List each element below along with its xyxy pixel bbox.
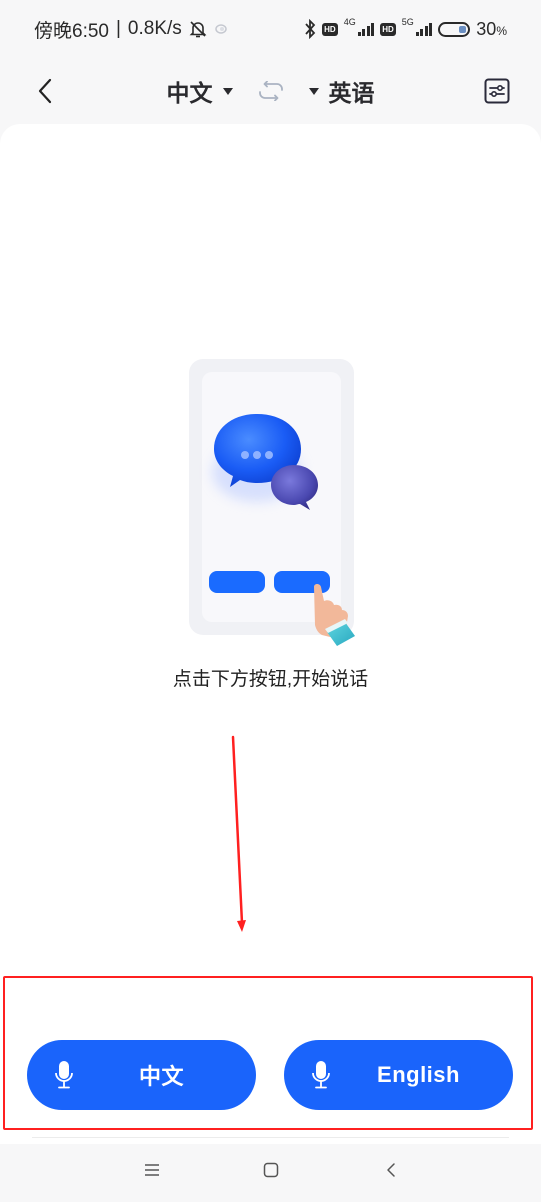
hd-icon: HD	[322, 22, 338, 36]
speak-english-button[interactable]: English	[284, 1040, 513, 1110]
source-language-label: 中文	[166, 80, 213, 106]
microphone-icon	[55, 1061, 73, 1089]
status-separator: |	[115, 18, 121, 39]
source-language-select[interactable]: 中文	[167, 74, 233, 108]
caret-down-icon	[308, 87, 319, 95]
caret-down-icon	[222, 87, 233, 95]
nav-bar: 中文 英语	[0, 58, 541, 124]
home-button[interactable]	[256, 1158, 286, 1182]
battery-percent: 30%	[476, 19, 507, 40]
status-net-speed: 0.8K/s	[127, 18, 182, 39]
speak-chinese-label: 中文	[138, 1064, 184, 1089]
microphone-icon	[312, 1061, 330, 1089]
status-right: HD 4G HD 5G 30%	[304, 17, 507, 40]
settings-button[interactable]	[483, 77, 511, 105]
sim2-network-label: 5G	[401, 17, 414, 27]
speak-chinese-button[interactable]: 中文	[27, 1040, 256, 1110]
speak-english-label: English	[377, 1062, 460, 1087]
menu-icon	[145, 1164, 159, 1176]
hint-text: 点击下方按钮,开始说话	[172, 669, 369, 690]
battery-icon	[438, 21, 471, 37]
recent-apps-button[interactable]	[137, 1158, 167, 1182]
status-bar: 傍晚6:50 | 0.8K/s HD 4G HD 5G 30%	[0, 0, 541, 58]
phone-button-left	[209, 571, 265, 593]
signal-4g-icon	[357, 22, 375, 36]
divider	[32, 1137, 509, 1138]
status-left: 傍晚6:50 | 0.8K/s	[34, 16, 228, 43]
home-square-icon	[263, 1162, 279, 1178]
status-time: 傍晚6:50	[34, 20, 109, 42]
bell-off-icon	[188, 19, 208, 39]
language-switch: 中文 英语	[0, 58, 541, 124]
eye-care-icon	[214, 23, 228, 35]
typing-dot	[253, 451, 261, 459]
battery-unit: %	[496, 23, 507, 38]
screen: 傍晚6:50 | 0.8K/s HD 4G HD 5G 30% 中文 英语 点击…	[0, 0, 541, 1202]
system-navigation-bar	[0, 1150, 541, 1190]
battery-value: 30	[476, 18, 497, 39]
sliders-settings-icon	[484, 78, 510, 104]
sim1-network-label: 4G	[343, 17, 356, 27]
system-back-button[interactable]	[376, 1158, 406, 1182]
main-card: 点击下方按钮,开始说话	[0, 124, 541, 1144]
target-language-select[interactable]: 英语	[308, 74, 375, 108]
phone-button-right	[274, 571, 330, 593]
annotation-arrow	[231, 735, 246, 932]
typing-dot	[265, 451, 273, 459]
phone-chat-bubbles-tap-illustration	[189, 359, 355, 646]
signal-5g-icon	[415, 22, 433, 36]
back-chevron-icon	[387, 1163, 395, 1177]
swap-languages-button[interactable]	[251, 76, 291, 106]
typing-dot	[241, 451, 249, 459]
hd-icon: HD	[380, 22, 396, 36]
swap-arrows-icon	[258, 81, 283, 101]
bluetooth-icon	[304, 19, 316, 39]
target-language-label: 英语	[328, 80, 375, 106]
